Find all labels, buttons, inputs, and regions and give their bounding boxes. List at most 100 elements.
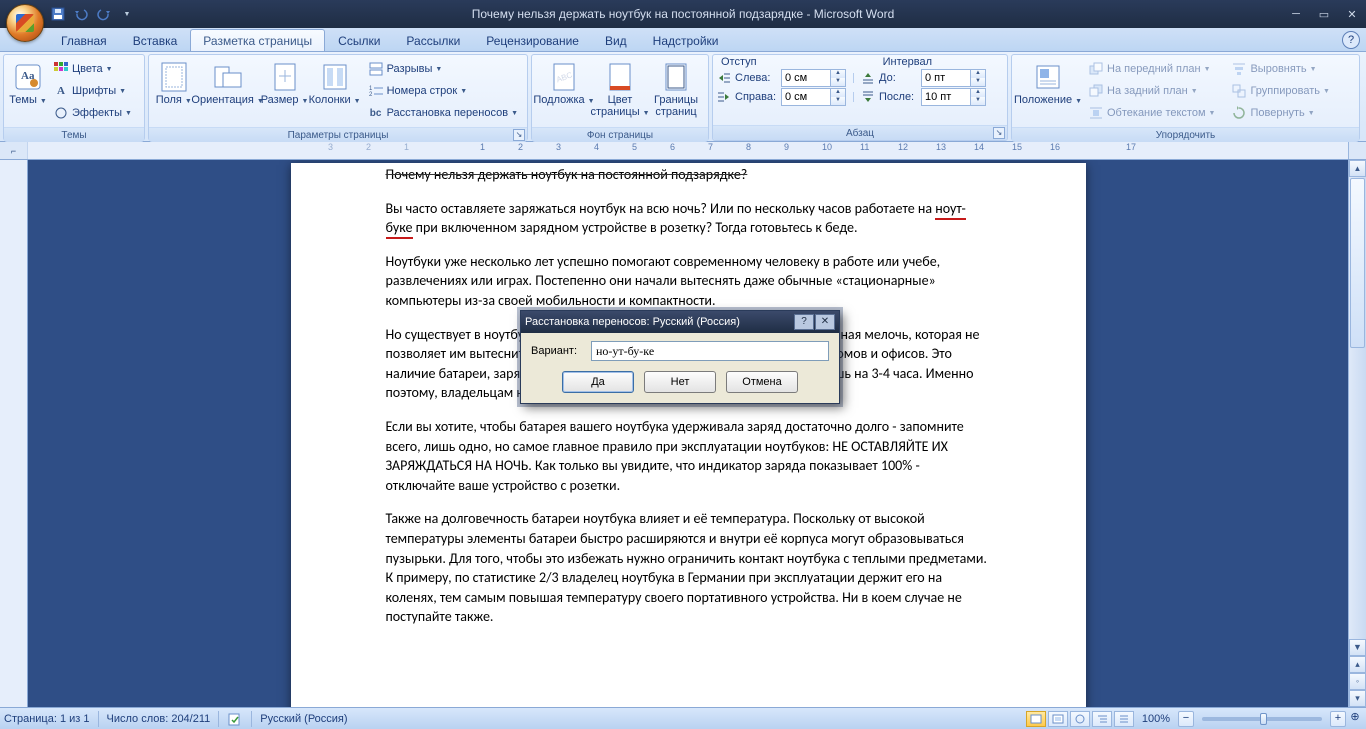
ruler-toggle[interactable] <box>1348 142 1366 159</box>
zoom-out-button[interactable]: − <box>1178 711 1194 727</box>
orientation-button[interactable]: Ориентация▼ <box>195 58 261 124</box>
document-area[interactable]: Почему нельзя держать ноутбук на постоян… <box>28 160 1348 707</box>
hyphenation-icon: bc <box>368 105 384 121</box>
qat-dropdown-icon[interactable]: ▼ <box>117 4 137 24</box>
indent-right-icon <box>717 90 731 104</box>
line-numbers-icon: 12 <box>368 83 384 99</box>
tab-references[interactable]: Ссылки <box>325 29 393 51</box>
view-web-layout[interactable] <box>1070 711 1090 727</box>
vertical-scrollbar[interactable]: ▲ ▼ ▴ ◦ ▾ <box>1348 160 1366 707</box>
variant-input[interactable] <box>591 341 829 361</box>
view-print-layout[interactable] <box>1026 711 1046 727</box>
zoom-thumb[interactable] <box>1260 713 1267 725</box>
spacing-after-spinner[interactable]: ▲▼ <box>921 88 986 106</box>
indent-right-input[interactable] <box>781 88 831 106</box>
paragraph-launcher[interactable]: ↘ <box>993 127 1005 139</box>
status-word-count[interactable]: Число слов: 204/211 <box>107 713 211 725</box>
page-color-button[interactable]: Цвет страницы▼ <box>592 58 648 124</box>
size-button[interactable]: Размер▼ <box>261 58 309 124</box>
zoom-in-button[interactable]: + <box>1330 711 1346 727</box>
theme-effects-button[interactable]: Эффекты▼ <box>48 102 137 124</box>
breaks-button[interactable]: Разрывы▼ <box>363 58 523 80</box>
page-borders-icon <box>660 61 692 93</box>
themes-icon: Aa <box>12 61 44 93</box>
tab-addins[interactable]: Надстройки <box>640 29 732 51</box>
vertical-ruler[interactable] <box>0 160 28 707</box>
tab-page-layout[interactable]: Разметка страницы <box>190 29 325 51</box>
scroll-thumb[interactable] <box>1350 178 1365 348</box>
prev-page-button[interactable]: ▴ <box>1349 656 1366 673</box>
text-wrap-icon <box>1088 105 1104 121</box>
office-button[interactable] <box>6 4 44 42</box>
save-icon[interactable] <box>48 4 68 24</box>
page-setup-launcher[interactable]: ↘ <box>513 129 525 141</box>
watermark-button[interactable]: ABCПодложка▼ <box>536 58 592 124</box>
page-color-label: Цвет страницы <box>590 94 639 118</box>
close-button[interactable]: ✕ <box>1338 5 1366 23</box>
indent-right-spinner[interactable]: ▲▼ <box>781 88 846 106</box>
help-icon[interactable]: ? <box>1342 31 1360 49</box>
themes-button[interactable]: Aa Темы▼ <box>8 58 48 124</box>
indent-left-spinner[interactable]: ▲▼ <box>781 69 846 87</box>
zoom-expand-icon[interactable]: ⊕ <box>1348 711 1362 727</box>
undo-icon[interactable] <box>71 4 91 24</box>
bring-front-label: На передний план <box>1107 63 1201 75</box>
tab-review[interactable]: Рецензирование <box>473 29 592 51</box>
dialog-help-button[interactable]: ? <box>794 314 814 330</box>
columns-button[interactable]: Колонки▼ <box>309 58 361 124</box>
scroll-up-button[interactable]: ▲ <box>1349 160 1366 177</box>
line-numbers-button[interactable]: 12Номера строк▼ <box>363 80 523 102</box>
no-button[interactable]: Нет <box>644 371 716 393</box>
watermark-icon: ABC <box>548 61 580 93</box>
browse-object-button[interactable]: ◦ <box>1349 673 1366 690</box>
page-color-icon <box>604 61 636 93</box>
page[interactable]: Почему нельзя держать ноутбук на постоян… <box>291 163 1086 707</box>
proofing-icon[interactable] <box>227 711 243 727</box>
next-page-button[interactable]: ▾ <box>1349 690 1366 707</box>
ruler-corner: ⌐ <box>0 142 28 159</box>
spacing-before-spinner[interactable]: ▲▼ <box>921 69 986 87</box>
hyphenation-button[interactable]: bcРасстановка переносов▼ <box>363 102 523 124</box>
align-icon <box>1231 61 1247 77</box>
redo-icon[interactable] <box>94 4 114 24</box>
minimize-button[interactable]: ─ <box>1282 5 1310 23</box>
position-button[interactable]: Положение▼ <box>1016 58 1080 124</box>
tab-view[interactable]: Вид <box>592 29 640 51</box>
send-back-label: На задний план <box>1107 85 1188 97</box>
theme-colors-button[interactable]: Цвета▼ <box>48 58 137 80</box>
page-borders-button[interactable]: Границы страниц <box>648 58 704 124</box>
maximize-button[interactable]: ▭ <box>1310 5 1338 23</box>
view-full-screen[interactable] <box>1048 711 1068 727</box>
send-back-icon <box>1088 83 1104 99</box>
spacing-after-input[interactable] <box>921 88 971 106</box>
dialog-close-button[interactable]: ✕ <box>815 314 835 330</box>
theme-fonts-button[interactable]: AШрифты▼ <box>48 80 137 102</box>
status-page[interactable]: Страница: 1 из 1 <box>4 713 90 725</box>
indent-left-input[interactable] <box>781 69 831 87</box>
indent-header: Отступ <box>721 56 757 68</box>
group-arrange: Положение▼ На передний план▼ На задний п… <box>1011 54 1360 141</box>
scroll-down-button[interactable]: ▼ <box>1349 639 1366 656</box>
zoom-slider[interactable] <box>1202 717 1322 721</box>
zoom-level[interactable]: 100% <box>1142 713 1170 725</box>
workspace: Почему нельзя держать ноутбук на постоян… <box>0 160 1366 707</box>
tab-home[interactable]: Главная <box>48 29 120 51</box>
window-title: Почему нельзя держать ноутбук на постоян… <box>472 7 895 21</box>
doc-para-5: Также на долговечность батареи ноутбука … <box>386 509 991 627</box>
dialog-titlebar[interactable]: Расстановка переносов: Русский (Россия) … <box>521 311 839 333</box>
align-label: Выровнять <box>1250 63 1306 75</box>
group-page-background: ABCПодложка▼ Цвет страницы▼ Границы стра… <box>531 54 709 141</box>
yes-button[interactable]: Да <box>562 371 634 393</box>
margins-button[interactable]: Поля▼ <box>153 58 195 124</box>
status-language[interactable]: Русский (Россия) <box>260 713 347 725</box>
indent-right-label: Справа: <box>735 91 777 103</box>
tab-insert[interactable]: Вставка <box>120 29 191 51</box>
spacing-before-input[interactable] <box>921 69 971 87</box>
horizontal-ruler[interactable]: ⌐ 3211234567891011121314151617 <box>0 142 1366 160</box>
cancel-button[interactable]: Отмена <box>726 371 798 393</box>
group-arrange-label: Упорядочить <box>1012 127 1359 142</box>
group-themes-label: Темы <box>4 127 144 142</box>
view-draft[interactable] <box>1114 711 1134 727</box>
view-outline[interactable] <box>1092 711 1112 727</box>
tab-mailings[interactable]: Рассылки <box>393 29 473 51</box>
